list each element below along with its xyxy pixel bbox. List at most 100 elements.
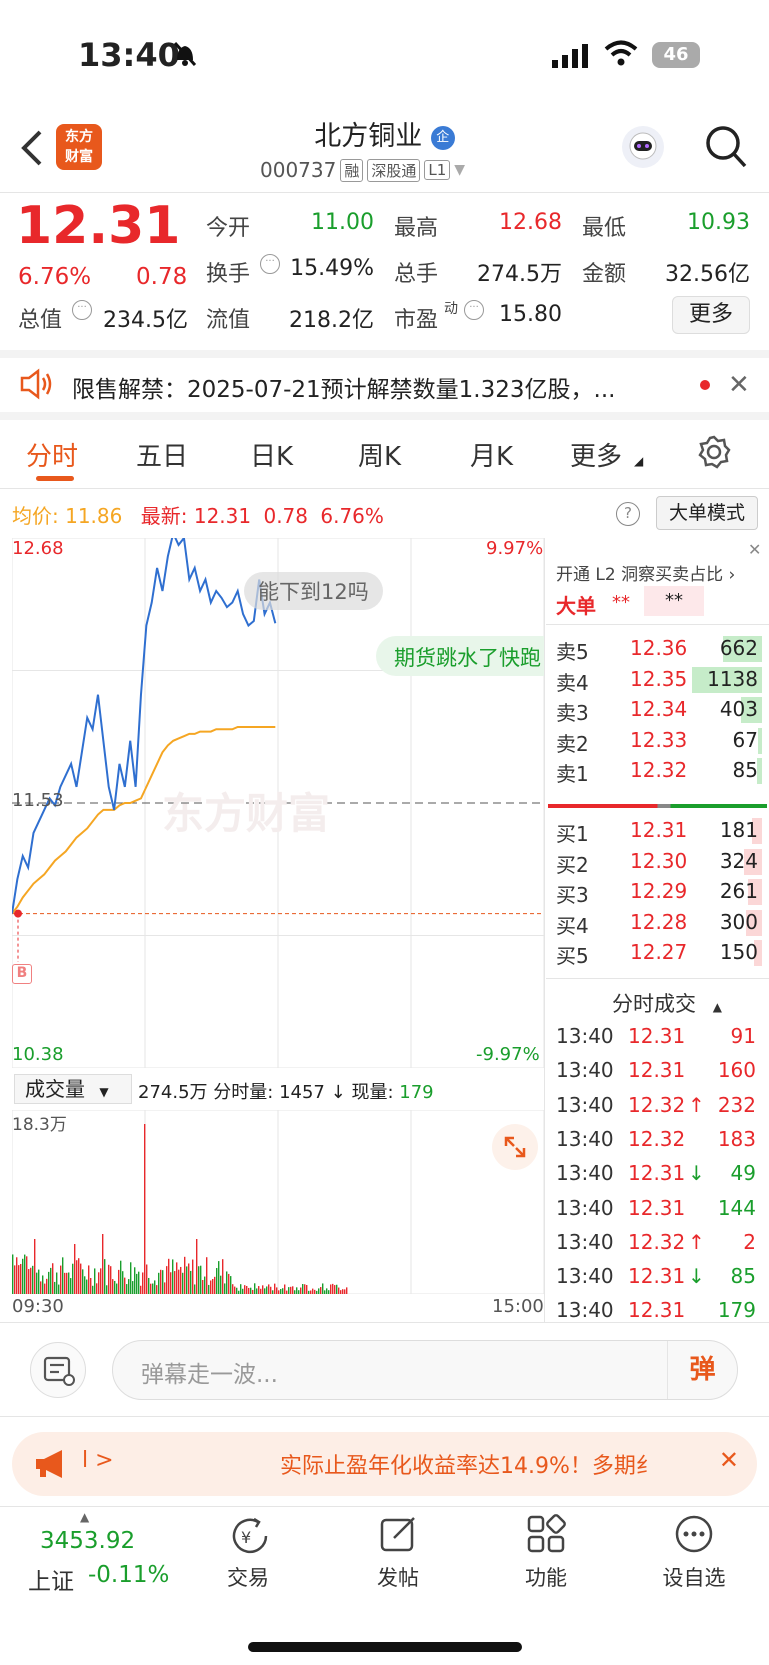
comment-input[interactable]: 弹幕走一波... 弹 [112, 1340, 738, 1400]
nav-trade[interactable]: 交易 [198, 1562, 298, 1592]
index-value[interactable]: 3453.92 [40, 1528, 135, 1554]
settings-gear-icon[interactable] [696, 434, 732, 474]
level-price: 12.29 [630, 879, 688, 903]
period-vol-value: 1457 [279, 1082, 325, 1103]
close-icon[interactable]: ✕ [728, 370, 750, 400]
level-price: 12.31 [630, 818, 688, 842]
chevron-down-icon[interactable]: ▼ [454, 162, 465, 178]
volume-bar [344, 1289, 346, 1294]
amount-value: 32.56亿 [665, 262, 750, 287]
volume-bar [74, 1244, 76, 1294]
volume-bar [166, 1266, 168, 1294]
robot-assistant-icon[interactable] [622, 126, 664, 168]
tab-monthly-k[interactable]: 月K [470, 436, 513, 473]
volume-bar [30, 1267, 32, 1294]
info-dots-icon[interactable]: ··· [260, 254, 280, 274]
orderbook-close-icon[interactable]: ✕ [748, 540, 761, 559]
ticks-title[interactable]: 分时成交 ▲ [612, 988, 722, 1018]
post-icon[interactable] [378, 1514, 418, 1558]
volume-bar [78, 1258, 80, 1294]
l2-promo-link[interactable]: 开通 L2 洞察买卖占比 › [556, 560, 735, 585]
volume-bar [194, 1284, 196, 1294]
bid-row[interactable]: 买2 12.30 324 [556, 847, 762, 877]
tick-volume: 144 [717, 1195, 756, 1220]
functions-grid-icon[interactable] [526, 1514, 566, 1558]
comment-bubble[interactable]: 能下到12吗 [244, 572, 383, 610]
more-dots-icon[interactable] [674, 1514, 714, 1558]
info-dots-icon[interactable]: ··· [72, 300, 92, 320]
lockup-notice[interactable]: 限售解禁：2025-07-21预计解禁数量1.323亿股，... [72, 370, 672, 404]
nav-post[interactable]: 发帖 [348, 1562, 448, 1592]
tab-five-day[interactable]: 五日 [136, 436, 188, 473]
tab-more[interactable]: 更多 [570, 436, 622, 473]
megaphone-icon [32, 1448, 72, 1484]
index-name[interactable]: 上证 [28, 1562, 74, 1596]
buy-marker[interactable]: B [12, 964, 32, 984]
volume-bar [148, 1277, 150, 1294]
help-icon[interactable]: ? [616, 502, 640, 526]
level-volume: 1138 [707, 666, 758, 691]
ad-banner[interactable]: l > 实际止盈年化收益率达14.9%！多期纟 ✕ [12, 1432, 757, 1496]
big-order-mode-button[interactable]: 大单模式 [656, 496, 758, 530]
info-dots-icon[interactable]: ··· [464, 300, 484, 320]
low-label: 最低 [582, 216, 627, 241]
volume-bar [48, 1271, 50, 1294]
volume-selector[interactable]: 成交量 ▼ [14, 1074, 132, 1104]
expand-icon[interactable] [492, 1124, 538, 1170]
tick-time: 13:40 [556, 1092, 614, 1117]
ask-row[interactable]: 卖1 12.32 85 [556, 756, 762, 786]
more-button[interactable]: 更多 [672, 296, 750, 334]
current-vol-label: 现量: [351, 1082, 394, 1103]
avg-price-label: 均价: [12, 504, 59, 528]
current-vol-value: 179 [399, 1082, 434, 1103]
bid-row[interactable]: 买1 12.31 181 [556, 816, 762, 846]
volume-bar [298, 1290, 300, 1294]
ask-row[interactable]: 卖4 12.35 1138 [556, 665, 762, 695]
ask-row[interactable]: 卖2 12.33 67 [556, 726, 762, 756]
volume-bar [150, 1283, 152, 1294]
price-chart[interactable]: 东方财富 [12, 538, 544, 1068]
tab-daily-k[interactable]: 日K [250, 436, 293, 473]
volume-bar [264, 1288, 266, 1294]
volume-bar [296, 1287, 298, 1294]
ask-row[interactable]: 卖5 12.36 662 [556, 634, 762, 664]
wifi-icon [604, 40, 638, 70]
send-danmaku-button[interactable]: 弹 [667, 1341, 737, 1399]
tag-connect: 深股通 [367, 158, 421, 182]
volume-bar [94, 1268, 96, 1294]
bid-row[interactable]: 买5 12.27 150 [556, 938, 762, 968]
nav-functions[interactable]: 功能 [496, 1562, 596, 1592]
volume-bar [292, 1286, 294, 1294]
volume-bar [134, 1267, 136, 1294]
tick-row: 13:40 12.31 ↓ 85 [554, 1262, 762, 1294]
nav-add-watchlist[interactable]: 设自选 [644, 1562, 744, 1592]
tick-arrow: ↓ [688, 1264, 705, 1289]
comment-bubble[interactable]: 期货跳水了快跑 [376, 636, 544, 676]
volume-bar [216, 1268, 218, 1294]
tab-intraday[interactable]: 分时 [26, 436, 78, 473]
bid-row[interactable]: 买3 12.29 261 [556, 877, 762, 907]
volume-bar [252, 1289, 254, 1294]
volume-bar [220, 1275, 222, 1294]
volume-bar [304, 1284, 306, 1294]
tick-time: 13:40 [556, 1024, 614, 1048]
volume-chart[interactable] [12, 1110, 544, 1294]
ask-row[interactable]: 卖3 12.34 403 [556, 695, 762, 725]
float-cap-label: 流值 [206, 308, 251, 333]
open-value: 11.00 [311, 210, 374, 235]
ad-close-icon[interactable]: ✕ [719, 1446, 739, 1474]
tick-row: 13:40 12.31 91 [554, 1022, 762, 1054]
volume-label: 总手 [394, 262, 439, 287]
volume-bar [256, 1288, 258, 1294]
trade-icon[interactable]: ¥ [228, 1516, 272, 1560]
volume-bar [266, 1286, 268, 1294]
tab-weekly-k[interactable]: 周K [358, 436, 401, 473]
volume-bar [144, 1124, 146, 1294]
pe-value: 15.80 [499, 302, 562, 327]
bid-row[interactable]: 买4 12.28 300 [556, 908, 762, 938]
big-order-value-masked: ** [644, 586, 704, 616]
index-change[interactable]: -0.11% [88, 1562, 169, 1588]
danmaku-toggle-icon[interactable] [30, 1342, 86, 1398]
search-icon[interactable] [704, 124, 748, 174]
volume-bar [126, 1284, 128, 1294]
